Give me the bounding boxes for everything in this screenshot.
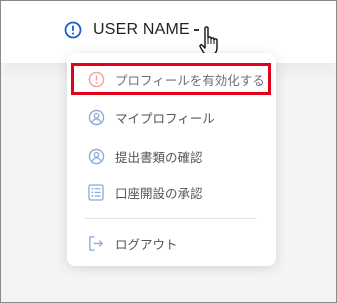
user-menu-trigger[interactable]: USER NAME [63,15,190,45]
exclamation-circle-icon [87,70,105,88]
menu-divider [85,218,257,219]
menu-item-logout[interactable]: ログアウト [75,228,268,258]
menu-item-label: ログアウト [115,236,178,252]
logout-icon [87,234,105,252]
menu-item-approve-account[interactable]: 口座開設の承認 [75,177,268,207]
user-dropdown-menu: プロフィールを有効化する マイプロフィール 提出書類の確認 口座開設の承認 ログ… [67,53,276,266]
menu-item-activate-profile[interactable]: プロフィールを有効化する [71,63,271,95]
list-icon [87,183,105,201]
menu-item-label: 口座開設の承認 [115,185,203,201]
user-circle-icon [87,108,105,126]
user-name[interactable]: USER NAME [93,21,190,39]
exclamation-circle-icon [63,20,83,40]
menu-item-label: プロフィールを有効化する [115,72,265,88]
menu-item-my-profile[interactable]: マイプロフィール [75,102,268,132]
user-circle-icon [87,147,105,165]
menu-item-label: 提出書類の確認 [115,149,203,165]
menu-item-check-documents[interactable]: 提出書類の確認 [75,141,268,171]
app-frame: USER NAME プロフィールを有効化する マイプロフィール 提出書類の確認 … [0,0,337,303]
menu-item-label: マイプロフィール [115,110,215,126]
